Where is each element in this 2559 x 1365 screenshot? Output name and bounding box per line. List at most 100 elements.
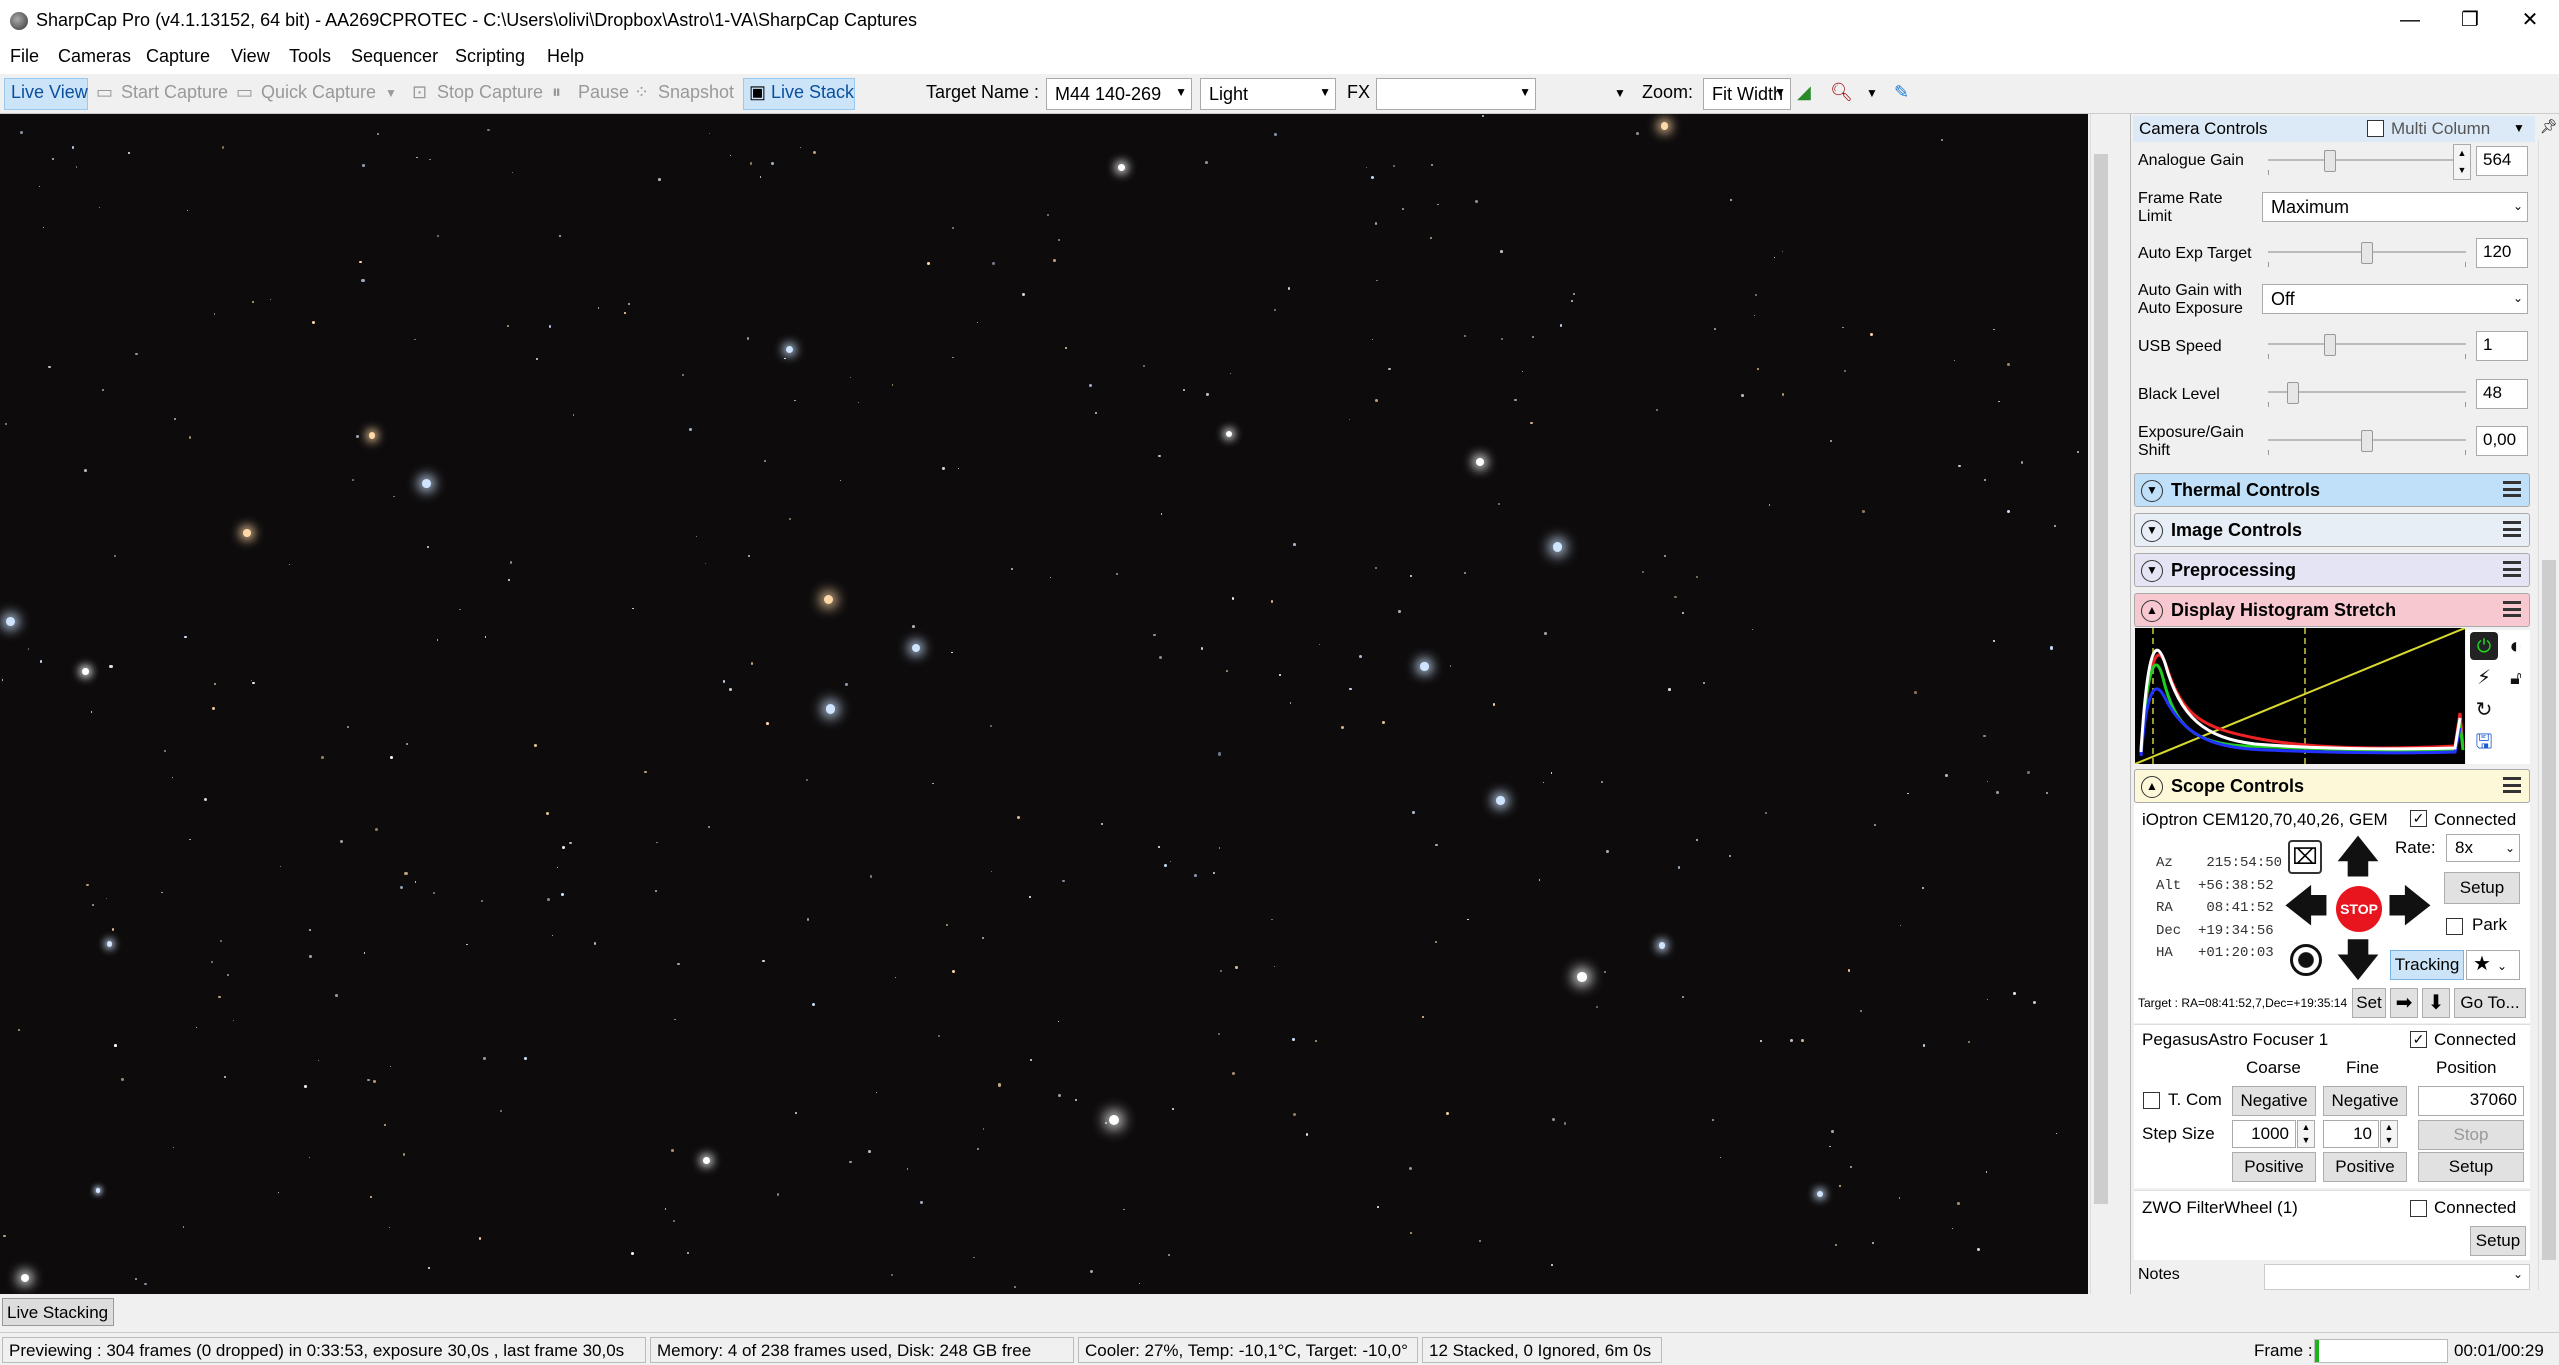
- set-target-button[interactable]: Set: [2352, 988, 2386, 1018]
- slider-thumb[interactable]: [2323, 334, 2336, 356]
- target-name-combo[interactable]: M44 140-269 ▼: [1046, 78, 1192, 110]
- reset-icon[interactable]: ↻: [2470, 696, 2498, 724]
- usb-speed-value[interactable]: 1: [2476, 331, 2528, 361]
- stop-capture-button[interactable]: Stop Capture: [437, 82, 543, 103]
- slew-south-button[interactable]: 🡇: [2334, 938, 2382, 986]
- slew-east-button[interactable]: 🡆: [2386, 884, 2434, 932]
- contrast-icon[interactable]: ◐: [2502, 632, 2530, 660]
- menu-icon[interactable]: [2503, 601, 2521, 617]
- stop-slew-button[interactable]: STOP: [2336, 886, 2382, 932]
- menu-tools[interactable]: Tools: [289, 46, 331, 67]
- chevron-up-icon[interactable]: ▲: [2141, 776, 2163, 798]
- frame-type-select[interactable]: Light ▼: [1200, 78, 1336, 110]
- lock-icon[interactable]: 🔓︎: [2502, 664, 2530, 692]
- filterwheel-connected-checkbox[interactable]: [2410, 1200, 2427, 1217]
- notes-input[interactable]: ⌄: [2264, 1264, 2530, 1290]
- magnifier-icon[interactable]: 🔍︎: [1830, 82, 1853, 103]
- chevron-down-icon[interactable]: ▼: [2141, 520, 2163, 542]
- quick-capture-dropdown-icon[interactable]: ▼: [385, 86, 397, 100]
- chevron-up-icon[interactable]: ▲: [2141, 600, 2163, 622]
- exp-gain-shift-value[interactable]: 0,00: [2476, 426, 2528, 456]
- pin-tool-icon[interactable]: ✎: [1894, 82, 1909, 103]
- analogue-gain-value[interactable]: 564: [2476, 146, 2528, 176]
- auto-exp-value[interactable]: 120: [2476, 238, 2528, 268]
- filterwheel-setup-button[interactable]: Setup: [2470, 1226, 2526, 1256]
- menu-cameras[interactable]: Cameras: [58, 46, 131, 67]
- auto-gain-select[interactable]: Off ⌄: [2262, 284, 2528, 314]
- fine-positive-button[interactable]: Positive: [2323, 1152, 2407, 1182]
- park-checkbox[interactable]: [2446, 918, 2463, 935]
- coarse-step-input[interactable]: 1000: [2232, 1120, 2296, 1148]
- maximize-button[interactable]: ❐: [2440, 0, 2500, 40]
- exp-gain-shift-slider[interactable]: [2268, 430, 2466, 455]
- live-view-button[interactable]: Live View: [11, 82, 88, 103]
- temp-comp-checkbox[interactable]: [2143, 1092, 2160, 1109]
- slider-thumb[interactable]: [2361, 430, 2373, 452]
- black-level-slider[interactable]: [2268, 382, 2466, 407]
- rate-select[interactable]: 8x ⌄: [2446, 834, 2520, 862]
- black-level-value[interactable]: 48: [2476, 379, 2528, 409]
- coarse-step-spinner[interactable]: ▲ ▼: [2297, 1120, 2315, 1148]
- focuser-connected-checkbox[interactable]: ✓: [2410, 1031, 2427, 1048]
- spiral-search-icon[interactable]: ⌧: [2288, 840, 2322, 874]
- fine-step-spinner[interactable]: ▲ ▼: [2380, 1120, 2398, 1148]
- histogram-icon[interactable]: ◢: [1797, 82, 1811, 103]
- menu-icon[interactable]: [2503, 481, 2521, 497]
- arrow-down-icon[interactable]: ⬇: [2422, 988, 2450, 1018]
- image-vertical-scrollbar[interactable]: [2090, 114, 2110, 1294]
- focuser-position-value[interactable]: 37060: [2418, 1086, 2524, 1116]
- tracking-toggle[interactable]: Tracking: [2390, 950, 2464, 980]
- live-view-image[interactable]: [0, 114, 2088, 1294]
- menu-file[interactable]: File: [10, 46, 39, 67]
- lightning-icon[interactable]: ⚡︎: [2470, 664, 2498, 692]
- analogue-gain-slider[interactable]: [2268, 150, 2466, 175]
- menu-icon[interactable]: [2503, 521, 2521, 537]
- fine-step-input[interactable]: 10: [2323, 1120, 2379, 1148]
- coarse-negative-button[interactable]: Negative: [2232, 1086, 2316, 1116]
- save-icon[interactable]: 🖫: [2470, 728, 2498, 756]
- slider-thumb[interactable]: [2323, 150, 2336, 172]
- mount-connected-checkbox[interactable]: ✓: [2410, 810, 2427, 827]
- arrow-right-icon[interactable]: ➡: [2390, 988, 2418, 1018]
- magnifier-dropdown-icon[interactable]: ▼: [1866, 86, 1878, 100]
- tracking-rate-select[interactable]: ★ ⌄: [2466, 950, 2520, 980]
- preprocessing-header[interactable]: ▼ Preprocessing: [2134, 553, 2530, 587]
- reticle-dropdown-icon[interactable]: ▼: [1614, 86, 1626, 100]
- menu-icon[interactable]: [2503, 561, 2521, 577]
- focuser-stop-button[interactable]: Stop: [2418, 1120, 2524, 1150]
- scope-controls-header[interactable]: ▲ Scope Controls: [2134, 769, 2530, 803]
- live-stack-button[interactable]: Live Stack: [771, 82, 854, 103]
- pause-button[interactable]: Pause: [578, 82, 629, 103]
- auto-exp-slider[interactable]: [2268, 242, 2466, 267]
- menu-scripting[interactable]: Scripting: [455, 46, 525, 67]
- slider-thumb[interactable]: [2361, 242, 2373, 264]
- menu-view[interactable]: View: [231, 46, 270, 67]
- goto-button[interactable]: Go To...: [2454, 988, 2526, 1018]
- histogram-display[interactable]: [2134, 627, 2466, 765]
- scope-setup-button[interactable]: Setup: [2444, 872, 2520, 904]
- multi-column-checkbox[interactable]: [2367, 120, 2384, 137]
- histogram-stretch-header[interactable]: ▲ Display Histogram Stretch: [2134, 593, 2530, 627]
- target-center-icon[interactable]: [2290, 944, 2322, 976]
- thermal-controls-header[interactable]: ▼ Thermal Controls: [2134, 473, 2530, 507]
- pin-icon[interactable]: 📌︎: [2540, 118, 2558, 135]
- usb-speed-slider[interactable]: [2268, 334, 2466, 359]
- panel-scrollbar[interactable]: [2538, 140, 2559, 1290]
- fx-select[interactable]: ▼: [1376, 78, 1536, 110]
- focuser-setup-button[interactable]: Setup: [2418, 1152, 2524, 1182]
- zoom-select[interactable]: Fit Width ▼: [1703, 78, 1791, 110]
- menu-sequencer[interactable]: Sequencer: [351, 46, 438, 67]
- fine-negative-button[interactable]: Negative: [2323, 1086, 2407, 1116]
- analogue-gain-spinner[interactable]: ▲ ▼: [2453, 144, 2471, 180]
- collapse-icon[interactable]: ▼: [2513, 121, 2525, 135]
- menu-help[interactable]: Help: [547, 46, 584, 67]
- live-stacking-tab[interactable]: Live Stacking: [2, 1298, 114, 1326]
- power-icon[interactable]: ⏻: [2470, 632, 2498, 660]
- menu-capture[interactable]: Capture: [146, 46, 210, 67]
- slew-north-button[interactable]: 🡅: [2334, 834, 2382, 882]
- frame-rate-select[interactable]: Maximum ⌄: [2262, 192, 2528, 222]
- image-controls-header[interactable]: ▼ Image Controls: [2134, 513, 2530, 547]
- panel-scrollbar-thumb[interactable]: [2542, 560, 2556, 1260]
- chevron-down-icon[interactable]: ▼: [2141, 560, 2163, 582]
- minimize-button[interactable]: —: [2380, 0, 2440, 40]
